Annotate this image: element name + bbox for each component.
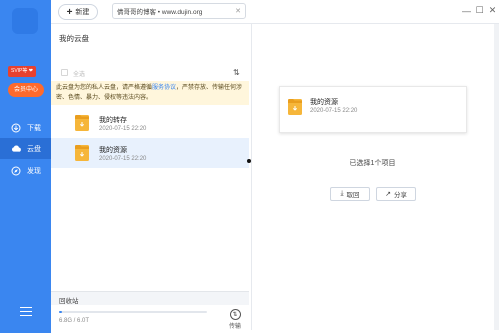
maximize-icon[interactable]: ☐ [473,4,486,17]
window-controls: — ☐ ✕ [460,4,499,17]
sidebar-item-discover[interactable]: 发现 [0,160,51,181]
sidebar: SVIP等 ❤ 会员中心 下载 云盘 发现 [0,0,51,333]
detail-panel [251,24,494,330]
folder-icon [288,98,302,115]
transfer-label: 传输 [228,324,241,330]
close-icon[interactable]: ✕ [486,4,499,17]
scrollbar[interactable] [494,24,499,330]
discover-icon [11,166,21,176]
vip-center-button[interactable]: 会员中心 [8,83,44,97]
minimize-icon[interactable]: — [460,4,473,17]
list-item[interactable]: 我的转存 2020-07-15 22:20 [51,108,249,138]
sidebar-item-label: 发现 [27,167,41,175]
download-icon [11,123,21,133]
select-all-checkbox[interactable] [61,69,68,76]
sidebar-item-label: 下载 [27,124,41,132]
select-all-row[interactable]: 全选 [51,67,249,79]
detail-file-date: 2020-07-15 22:20 [310,108,358,114]
new-button-label: 新建 [75,9,90,16]
download-icon: ⤓ [340,190,344,197]
folder-icon [75,144,89,161]
file-name: 我的转存 [99,117,127,124]
new-button[interactable]: + 新建 [58,4,98,20]
file-list-panel: 我的云盘 全选 ⇅ 此云盘为您的私人云盘，请严格遵循服务协议，严禁存放、传输任何… [51,24,249,333]
retrieve-label: 取回 [346,192,360,199]
recycle-bin[interactable]: 回收站 [51,291,249,305]
selection-count: 已选择1个项目 [349,160,396,167]
storage-text: 6.8G / 6.0T [59,318,90,324]
list-item[interactable]: 我的资源 2020-07-15 22:20 [51,138,249,168]
storage-fill [59,311,62,313]
sidebar-item-cloud[interactable]: 云盘 [0,138,51,159]
sidebar-item-label: 云盘 [27,145,41,153]
sidebar-item-download[interactable]: 下载 [0,117,51,138]
vip-badge: SVIP等 ❤ [8,66,36,77]
share-button[interactable]: ↗ 分享 [376,187,416,201]
select-all-label: 全选 [73,72,86,78]
recycle-bin-label: 回收站 [59,298,79,305]
storage-bar [59,311,207,313]
file-date: 2020-07-15 22:20 [99,156,147,162]
transfer-button[interactable]: ⇅ 传输 [225,309,245,330]
file-name: 我的资源 [99,147,127,154]
detail-card: 我的资源 2020-07-15 22:20 [279,86,467,133]
menu-icon[interactable] [20,307,32,317]
transfer-icon: ⇅ [229,309,241,320]
share-label: 分享 [393,192,407,199]
share-icon: ↗ [385,191,391,198]
retrieve-button[interactable]: ⤓ 取回 [330,187,370,201]
page-title: 我的云盘 [59,34,89,43]
file-date: 2020-07-15 22:20 [99,126,147,132]
address-bar[interactable]: 倩哥哥的博客 • www.dujin.org ✕ [112,3,246,19]
sort-icon[interactable]: ⇅ [233,68,240,77]
cloud-icon [11,144,21,154]
privacy-notice: 此云盘为您的私人云盘，请严格遵循服务协议，严禁存放、传输任何涉密、色情、暴力、侵… [51,81,249,105]
address-text: 倩哥哥的博客 • www.dujin.org [117,9,203,16]
folder-icon [75,114,89,131]
detail-file-name: 我的资源 [310,99,338,106]
clear-icon[interactable]: ✕ [235,7,241,15]
app-logo [2,2,49,42]
notice-text: 此云盘为您的私人云盘，请严格遵循 [56,85,153,91]
plus-icon: + [66,6,73,18]
service-agreement-link[interactable]: 服务协议 [152,85,176,91]
